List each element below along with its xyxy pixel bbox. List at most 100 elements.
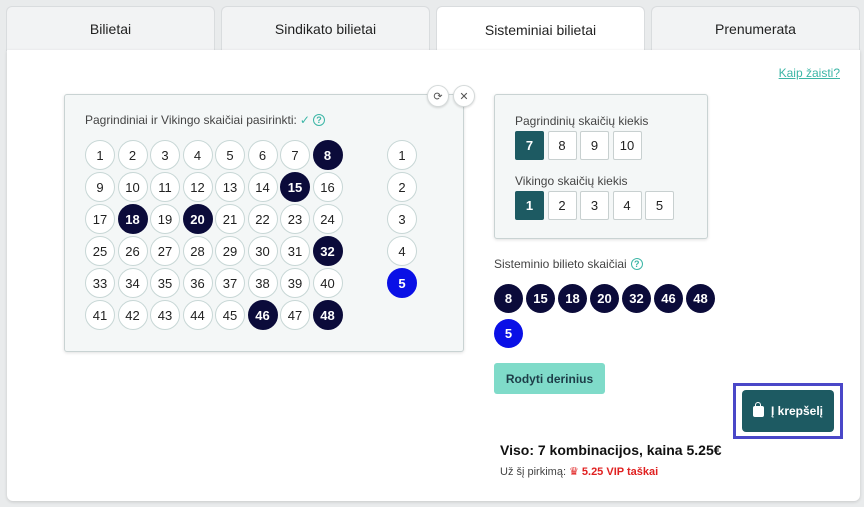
refresh-icon[interactable]: ⟳ <box>427 85 449 107</box>
viking-quantity-option-4[interactable]: 4 <box>612 191 642 220</box>
help-icon[interactable]: ? <box>630 258 643 270</box>
number-ball-22[interactable]: 22 <box>247 204 278 234</box>
add-to-cart-label: Į krepšelį <box>770 404 824 418</box>
number-ball-12[interactable]: 12 <box>182 172 213 202</box>
number-ball-4[interactable]: 4 <box>182 140 213 170</box>
main-quantity-label: Pagrindinių skaičių kiekis <box>515 114 649 128</box>
number-ball-14[interactable]: 14 <box>247 172 278 202</box>
number-ball-7[interactable]: 7 <box>280 140 310 170</box>
system-ball-46: 46 <box>654 284 683 313</box>
shopping-bag-icon <box>752 401 764 417</box>
number-ball-46[interactable]: 46 <box>247 300 278 330</box>
tab-prenumerata[interactable]: Prenumerata <box>651 6 860 51</box>
number-ball-27[interactable]: 27 <box>150 236 180 266</box>
grid-label: Pagrindiniai ir Vikingo skaičiai pasirin… <box>85 113 325 127</box>
total-summary: Viso: 7 kombinacijos, kaina 5.25€ <box>500 442 722 458</box>
system-ball-8: 8 <box>494 284 523 313</box>
grid-tools: ⟳ ✕ <box>427 85 475 107</box>
number-ball-16[interactable]: 16 <box>312 172 343 202</box>
viking-ball-4[interactable]: 4 <box>387 236 417 266</box>
number-ball-15[interactable]: 15 <box>280 172 310 202</box>
cart-button-highlight: Į krepšelį <box>733 383 843 439</box>
crown-icon: ♛ <box>569 466 579 478</box>
number-ball-26[interactable]: 26 <box>117 236 148 266</box>
number-ball-8[interactable]: 8 <box>312 140 343 170</box>
viking-ball-1[interactable]: 1 <box>387 140 417 170</box>
main-quantity-option-8[interactable]: 8 <box>547 131 577 160</box>
number-ball-43[interactable]: 43 <box>150 300 180 330</box>
main-number-grid: 1 2 3 4 5 6 7 8 9 10 11 12 13 14 15 16 17 18 19 20 21 22 23 24 2… <box>85 140 345 330</box>
number-ball-35[interactable]: 35 <box>150 268 180 298</box>
number-ball-21[interactable]: 21 <box>215 204 245 234</box>
main-quantity-option-10[interactable]: 10 <box>612 131 642 160</box>
tab-bar: Bilietai Sindikato bilietai Sisteminiai … <box>0 0 864 53</box>
number-ball-10[interactable]: 10 <box>117 172 148 202</box>
system-ball-32: 32 <box>622 284 651 313</box>
tab-sisteminiai-bilietai[interactable]: Sisteminiai bilietai <box>436 6 645 53</box>
number-ball-1[interactable]: 1 <box>85 140 115 170</box>
number-ball-6[interactable]: 6 <box>247 140 278 170</box>
viking-quantity-option-3[interactable]: 3 <box>580 191 609 220</box>
viking-number-column: 12345 <box>387 140 419 298</box>
system-ball-20: 20 <box>590 284 619 313</box>
viking-quantity-option-2[interactable]: 2 <box>547 191 577 220</box>
number-ball-41[interactable]: 41 <box>85 300 115 330</box>
number-ball-40[interactable]: 40 <box>312 268 343 298</box>
system-numbers-label-text: Sisteminio bilieto skaičiai <box>494 257 627 271</box>
number-ball-30[interactable]: 30 <box>247 236 278 266</box>
number-ball-45[interactable]: 45 <box>215 300 245 330</box>
number-ball-13[interactable]: 13 <box>215 172 245 202</box>
number-ball-18[interactable]: 18 <box>117 204 148 234</box>
main-quantity-options: 7 8 9 10 <box>515 131 642 160</box>
help-icon[interactable]: ? <box>312 114 325 126</box>
number-ball-48[interactable]: 48 <box>312 300 343 330</box>
how-to-play-link[interactable]: Kaip žaisti? <box>779 66 840 80</box>
main-quantity-option-9[interactable]: 9 <box>580 131 609 160</box>
viking-quantity-option-1[interactable]: 1 <box>515 191 544 220</box>
number-ball-38[interactable]: 38 <box>247 268 278 298</box>
number-ball-19[interactable]: 19 <box>150 204 180 234</box>
number-ball-20[interactable]: 20 <box>182 204 213 234</box>
main-quantity-option-7[interactable]: 7 <box>515 131 544 160</box>
number-ball-17[interactable]: 17 <box>85 204 115 234</box>
system-numbers-label: Sisteminio bilieto skaičiai ? <box>494 257 643 271</box>
number-grid-card: Pagrindiniai ir Vikingo skaičiai pasirin… <box>64 85 475 352</box>
number-ball-34[interactable]: 34 <box>117 268 148 298</box>
number-ball-32[interactable]: 32 <box>312 236 343 266</box>
vip-points: Už šį pirkimą: ♛ 5.25 VIP taškai <box>500 465 658 479</box>
viking-ball-3[interactable]: 3 <box>387 204 417 234</box>
viking-ball-2[interactable]: 2 <box>387 172 417 202</box>
number-ball-5[interactable]: 5 <box>215 140 245 170</box>
number-ball-25[interactable]: 25 <box>85 236 115 266</box>
system-ball-15: 15 <box>526 284 555 313</box>
add-to-cart-button[interactable]: Į krepšelį <box>742 390 834 432</box>
viking-quantity-option-5[interactable]: 5 <box>645 191 674 220</box>
number-ball-36[interactable]: 36 <box>182 268 213 298</box>
number-ball-37[interactable]: 37 <box>215 268 245 298</box>
number-ball-24[interactable]: 24 <box>312 204 343 234</box>
number-ball-9[interactable]: 9 <box>85 172 115 202</box>
check-icon: ✓ <box>299 113 310 127</box>
tab-bilietai[interactable]: Bilietai <box>6 6 215 51</box>
number-ball-29[interactable]: 29 <box>215 236 245 266</box>
number-ball-28[interactable]: 28 <box>182 236 213 266</box>
viking-ball-5[interactable]: 5 <box>387 268 417 298</box>
number-ball-47[interactable]: 47 <box>280 300 310 330</box>
show-combinations-button[interactable]: Rodyti derinius <box>494 363 605 394</box>
number-ball-44[interactable]: 44 <box>182 300 213 330</box>
number-ball-42[interactable]: 42 <box>117 300 148 330</box>
number-ball-3[interactable]: 3 <box>150 140 180 170</box>
number-ball-23[interactable]: 23 <box>280 204 310 234</box>
number-ball-11[interactable]: 11 <box>150 172 180 202</box>
vip-label: Už šį pirkimą: <box>500 465 567 478</box>
system-ball-18: 18 <box>558 284 587 313</box>
number-ball-33[interactable]: 33 <box>85 268 115 298</box>
number-ball-31[interactable]: 31 <box>280 236 310 266</box>
close-icon[interactable]: ✕ <box>453 85 475 107</box>
tab-sindikato-bilietai[interactable]: Sindikato bilietai <box>221 6 430 51</box>
number-ball-2[interactable]: 2 <box>117 140 148 170</box>
grid-label-text: Pagrindiniai ir Vikingo skaičiai pasirin… <box>85 113 297 127</box>
viking-quantity-options: 12345 <box>515 191 674 220</box>
quantity-card: Pagrindinių skaičių kiekis 7 8 9 10 Vikingo… <box>494 94 708 239</box>
number-ball-39[interactable]: 39 <box>280 268 310 298</box>
